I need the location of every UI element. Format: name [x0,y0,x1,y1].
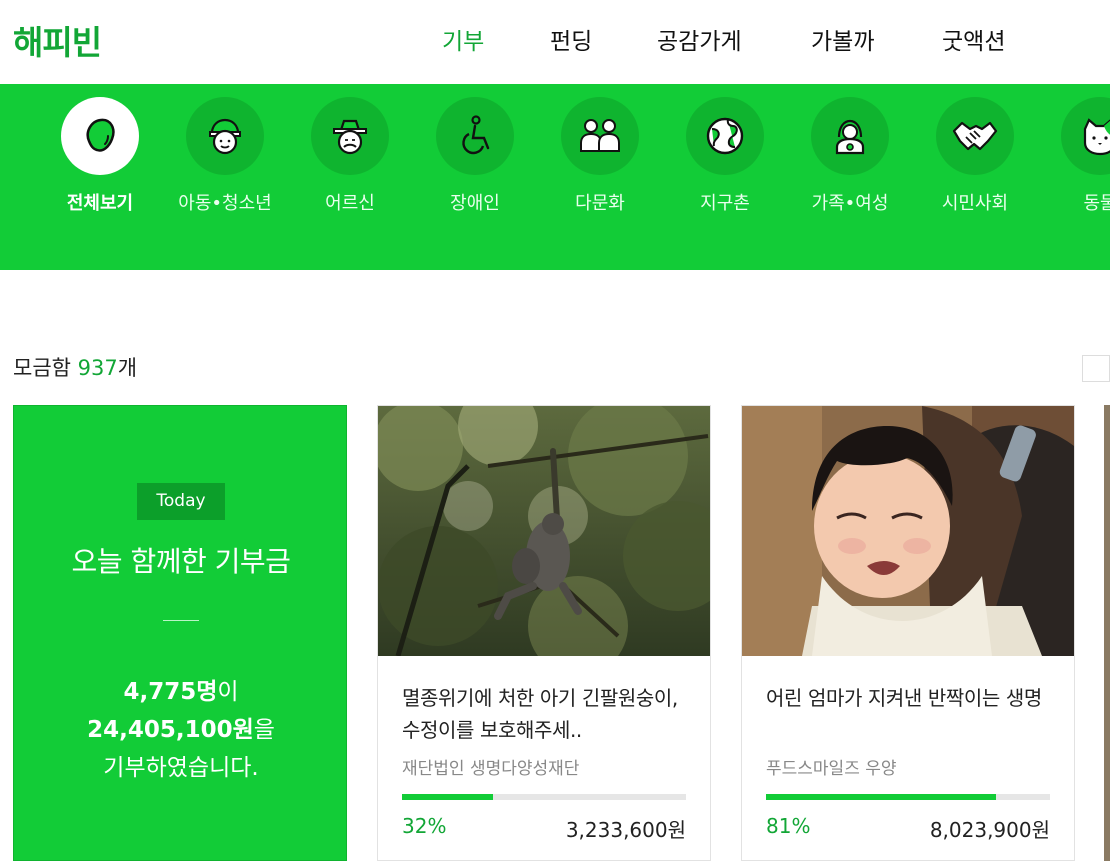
progress-percent: 81% [766,814,811,838]
today-people-count: 4,775명 [123,679,218,705]
card-title[interactable]: 멸종위기에 처한 아기 긴팔원숭이, 수정이를 보호해주세.. [402,682,692,746]
donation-card[interactable]: 어린 엄마가 지켜낸 반짝이는 생명 푸드스마일즈 우양 81% 8,023,9… [741,405,1075,861]
card-photo-baby[interactable] [742,406,1074,656]
category-global[interactable]: 지구촌 [670,97,780,215]
category-disabled[interactable]: 장애인 [420,97,530,215]
card-organization: 재단법인 생명다양성재단 [402,759,580,779]
progress-bar-fill [766,794,997,800]
category-label: 아동•청소년 [178,193,272,214]
category-elder[interactable]: 어르신 [295,97,405,215]
today-people: 4,775명이 [14,672,348,706]
child-icon [186,97,264,175]
category-bar: 전체보기 아동•청소년 어르신 장애인 다문화 지구촌 가족•여성 시민사회 동… [0,84,1110,270]
fund-count: 모금함 937개 [13,352,137,382]
category-label: 시민사회 [941,193,1009,214]
elder-icon [311,97,389,175]
category-family[interactable]: 가족•여성 [795,97,905,215]
main-nav: 기부 펀딩 공감가게 가볼까 굿액션 [0,22,1110,56]
donation-card[interactable]: 멸종위기에 처한 아기 긴팔원숭이, 수정이를 보호해주세.. 재단법인 생명다… [377,405,711,861]
category-multicultural[interactable]: 다문화 [545,97,655,215]
progress-percent: 32% [402,814,447,838]
category-label: 장애인 [450,193,500,214]
category-label: 가족•여성 [811,193,889,214]
raised-amount: 8,023,900원 [929,818,1050,842]
nav-item-good-action[interactable]: 굿액션 [942,22,1005,56]
nav-item-visit[interactable]: 가볼까 [811,22,874,56]
today-amount: 24,405,100원을 [14,710,348,744]
progress-bar [402,794,686,800]
handshake-icon [936,97,1014,175]
nav-item-funding[interactable]: 펀딩 [550,22,592,56]
today-summary-card: Today 오늘 함께한 기부금 4,775명이 24,405,100원을 기부… [13,405,347,861]
category-label: 동물 [1083,193,1110,214]
today-people-suffix: 이 [217,679,239,705]
nav-item-donation[interactable]: 기부 [442,22,484,56]
fund-count-label: 모금함 [13,356,78,380]
wheelchair-icon [436,97,514,175]
category-all[interactable]: 전체보기 [45,97,155,215]
fund-count-number: 937 [77,356,118,380]
today-amount-suffix: 을 [253,717,275,743]
category-child[interactable]: 아동•청소년 [170,97,280,215]
today-title: 오늘 함께한 기부금 [71,545,291,578]
family-icon [811,97,889,175]
today-amount-value: 24,405,100원 [87,717,254,743]
category-label: 다문화 [575,193,625,214]
today-closing: 기부하였습니다. [103,755,259,781]
today-badge: Today [137,483,225,520]
progress-bar [766,794,1050,800]
category-label: 전체보기 [66,193,134,214]
divider [163,620,199,621]
header: 해피빈 기부 펀딩 공감가게 가볼까 굿액션 [0,0,1110,84]
category-civil[interactable]: 시민사회 [920,97,1030,215]
fund-count-suffix: 개 [117,356,138,380]
people-icon [561,97,639,175]
category-animal[interactable]: 동물 [1045,97,1110,215]
card-title[interactable]: 어린 엄마가 지켜낸 반짝이는 생명 [766,682,1056,714]
category-label: 지구촌 [700,193,750,214]
nav-item-shop[interactable]: 공감가게 [657,22,742,56]
progress-bar-fill [402,794,493,800]
raised-amount: 3,233,600원 [565,818,686,842]
category-label: 어르신 [325,193,375,214]
globe-icon [686,97,764,175]
view-toggle-button[interactable] [1082,355,1110,382]
donation-card-peek[interactable] [1104,405,1110,861]
card-photo-gibbon[interactable] [378,406,710,656]
card-organization: 푸드스마일즈 우양 [766,759,897,779]
animal-icon [1061,97,1110,175]
bean-icon [61,97,139,175]
